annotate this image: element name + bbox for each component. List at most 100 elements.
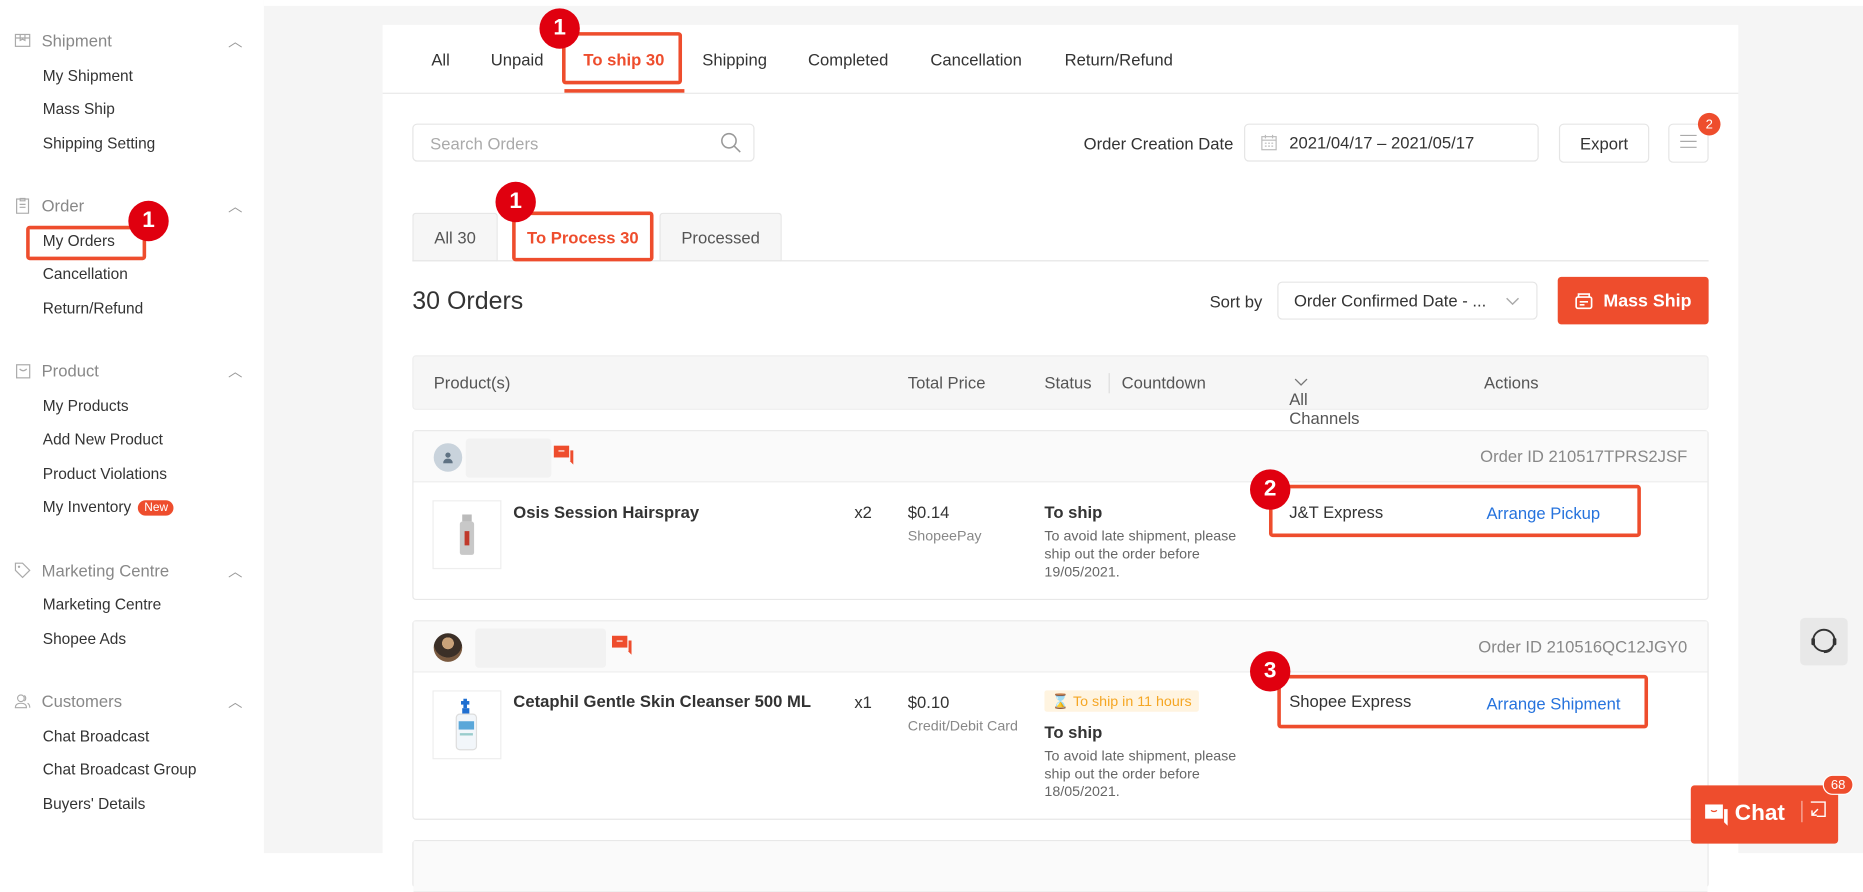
product-thumbnail[interactable] <box>432 690 502 760</box>
sidebar-item-chat-broadcast-group[interactable]: Chat Broadcast Group <box>43 760 197 778</box>
bag-icon <box>14 362 31 379</box>
column-header-status: Status <box>1044 373 1092 393</box>
chevron-up-icon[interactable]: ︿ <box>228 31 242 51</box>
active-tab-indicator <box>564 89 685 93</box>
product-name[interactable]: Osis Session Hairspray <box>513 503 699 522</box>
date-range-picker[interactable]: 2021/04/17 – 2021/05/17 <box>1244 123 1539 162</box>
step-marker-1: 1 <box>495 181 536 223</box>
sidebar-section-marketing[interactable]: Marketing Centre ︿ <box>14 561 252 580</box>
column-header-products: Product(s) <box>433 373 511 393</box>
sidebar-section-product[interactable]: Product ︿ <box>14 361 252 380</box>
buyer-name[interactable] <box>475 628 606 668</box>
customer-service-button[interactable] <box>1800 617 1848 666</box>
export-button[interactable]: Export <box>1558 123 1650 163</box>
new-badge: New <box>138 500 174 516</box>
sidebar-section-title: Customers <box>41 691 123 711</box>
expand-chat-icon[interactable] <box>1810 801 1827 824</box>
sidebar-item-return-refund[interactable]: Return/Refund <box>43 299 143 317</box>
sidebar-item-add-new-product[interactable]: Add New Product <box>43 430 163 448</box>
tab-all[interactable]: All <box>431 50 449 69</box>
tab-completed[interactable]: Completed <box>808 50 888 69</box>
order-status-note: To avoid late shipment, please ship out … <box>1044 747 1237 800</box>
sort-dropdown[interactable]: Order Confirmed Date - ... <box>1277 281 1538 320</box>
order-status-note: To avoid late shipment, please ship out … <box>1044 527 1237 580</box>
sidebar-item-product-violations[interactable]: Product Violations <box>43 465 167 483</box>
ship-countdown-badge: ⌛ To ship in 11 hours <box>1044 690 1199 712</box>
sidebar-item-my-shipment[interactable]: My Shipment <box>43 67 133 85</box>
tab-return-refund[interactable]: Return/Refund <box>1065 50 1173 69</box>
channels-filter[interactable]: All Channels <box>1289 373 1359 428</box>
chat-with-buyer-icon[interactable] <box>553 445 574 471</box>
chat-icon <box>1705 804 1729 831</box>
column-header-countdown: Countdown <box>1121 373 1206 393</box>
sidebar-section-shipment[interactable]: Shipment ︿ <box>14 31 252 50</box>
highlight-my-orders <box>26 225 147 261</box>
date-range-value: 2021/04/17 – 2021/05/17 <box>1289 133 1475 153</box>
product-thumbnail[interactable] <box>432 500 502 570</box>
sort-value: Order Confirmed Date - ... <box>1293 291 1487 311</box>
order-header: Order ID 210516QC12JGY0 <box>413 621 1708 673</box>
product-quantity: x2 <box>854 502 872 522</box>
search-input[interactable] <box>427 133 718 155</box>
date-filter-label: Order Creation Date <box>1083 134 1234 154</box>
column-header-actions: Actions <box>1484 373 1539 393</box>
mass-ship-label: Mass Ship <box>1603 290 1692 311</box>
order-id: Order ID 210517TPRS2JSF <box>1480 446 1688 466</box>
search-orders-field[interactable] <box>412 123 755 162</box>
sidebar-item-cancellation[interactable]: Cancellation <box>43 265 128 283</box>
tag-icon <box>14 562 31 579</box>
step-marker-3: 3 <box>1249 651 1291 692</box>
tabs-divider <box>382 92 1739 94</box>
notification-badge: 2 <box>1697 112 1721 136</box>
buyer-name[interactable] <box>465 438 552 478</box>
chat-divider <box>1801 800 1803 823</box>
sidebar-item-label: My Inventory <box>42 497 132 516</box>
chevron-down-icon <box>1505 292 1520 311</box>
sidebar-item-buyers-details[interactable]: Buyers' Details <box>43 795 146 813</box>
sidebar-section-title: Shipment <box>41 30 112 50</box>
highlight-arrange-pickup <box>1268 484 1641 538</box>
search-icon[interactable] <box>720 132 741 159</box>
chevron-up-icon[interactable]: ︿ <box>228 361 242 381</box>
sidebar-section-title: Order <box>41 196 85 216</box>
sidebar-item-shopee-ads[interactable]: Shopee Ads <box>43 630 126 648</box>
sidebar-item-chat-broadcast[interactable]: Chat Broadcast <box>43 727 149 745</box>
chat-label: Chat <box>1734 800 1785 826</box>
sidebar-item-my-products[interactable]: My Products <box>43 397 129 415</box>
column-header-total-price: Total Price <box>907 373 986 393</box>
calendar-icon <box>1261 134 1278 154</box>
chat-with-buyer-icon[interactable] <box>611 635 632 661</box>
product-name[interactable]: Cetaphil Gentle Skin Cleanser 500 ML <box>513 692 811 711</box>
sidebar-section-customers[interactable]: Customers ︿ <box>14 692 252 711</box>
product-quantity: x1 <box>854 692 872 712</box>
buyer-avatar[interactable] <box>433 443 463 472</box>
tab-cancellation[interactable]: Cancellation <box>930 50 1022 69</box>
order-header: Order ID 210517TPRS2JSF <box>413 431 1708 483</box>
order-total-price: $0.10 <box>907 692 950 712</box>
chevron-up-icon[interactable]: ︿ <box>228 692 242 712</box>
orders-count-heading: 30 Orders <box>412 287 524 315</box>
subtab-all[interactable]: All 30 <box>412 212 498 262</box>
mass-ship-icon <box>1575 293 1593 310</box>
subtab-processed[interactable]: Processed <box>659 212 782 262</box>
shipment-box-icon <box>14 32 31 49</box>
highlight-to-ship-tab <box>562 32 683 85</box>
top-bar-strip <box>263 0 1863 6</box>
tab-shipping[interactable]: Shipping <box>702 50 767 69</box>
chevron-up-icon[interactable]: ︿ <box>228 196 242 216</box>
order-total-price: $0.14 <box>907 502 950 522</box>
order-status: To ship <box>1044 502 1103 522</box>
clipboard-icon <box>14 197 31 214</box>
buyer-avatar[interactable] <box>433 633 463 662</box>
chevron-up-icon[interactable]: ︿ <box>228 561 242 581</box>
tab-unpaid[interactable]: Unpaid <box>491 50 544 69</box>
step-marker-2: 2 <box>1249 469 1291 510</box>
step-marker-1: 1 <box>128 200 169 242</box>
chat-button[interactable]: Chat <box>1690 785 1839 844</box>
sidebar-item-shipping-setting[interactable]: Shipping Setting <box>43 134 156 152</box>
sidebar-item-marketing-centre[interactable]: Marketing Centre <box>43 595 161 613</box>
sort-label: Sort by <box>1209 292 1263 312</box>
sidebar-item-mass-ship[interactable]: Mass Ship <box>43 100 115 118</box>
mass-ship-button[interactable]: Mass Ship <box>1557 276 1709 325</box>
sidebar-item-my-inventory[interactable]: My Inventory New <box>43 498 174 516</box>
